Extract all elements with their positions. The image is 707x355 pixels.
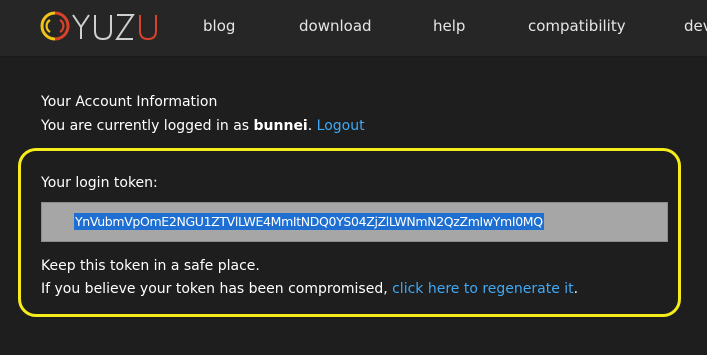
token-compromised-text: If you believe your token has been compr… <box>41 280 578 298</box>
login-token-label: Your login token: <box>41 175 158 191</box>
logged-in-prefix: You are currently logged in as <box>41 118 254 134</box>
account-info-heading: Your Account Information <box>41 94 218 110</box>
login-token-field[interactable]: YnVubmVpOmE2NGU1ZTVlLWE4MmItNDQ0YS04ZjZl… <box>41 202 668 242</box>
nav-link-compatibility[interactable]: compatibility <box>528 17 626 35</box>
logged-in-status: You are currently logged in as bunnei. L… <box>41 117 365 135</box>
compromised-suffix: . <box>573 281 579 297</box>
nav-link-download[interactable]: download <box>299 17 372 35</box>
logged-in-suffix: . <box>307 118 317 134</box>
compromised-prefix: If you believe your token has been compr… <box>41 281 393 297</box>
yuzu-logo-icon[interactable] <box>40 9 160 43</box>
keep-token-safe-text: Keep this token in a safe place. <box>41 258 260 274</box>
login-token-value[interactable]: YnVubmVpOmE2NGU1ZTVlLWE4MmItNDQ0YS04ZjZl… <box>74 213 544 230</box>
regenerate-token-link[interactable]: click here to regenerate it <box>392 281 574 297</box>
nav-link-blog[interactable]: blog <box>203 17 235 35</box>
nav-link-dev[interactable]: dev <box>684 17 707 35</box>
top-navbar: blog download help compatibility dev <box>0 0 707 57</box>
username: bunnei <box>253 118 308 134</box>
nav-link-help[interactable]: help <box>433 17 465 35</box>
logout-link[interactable]: Logout <box>317 118 365 134</box>
